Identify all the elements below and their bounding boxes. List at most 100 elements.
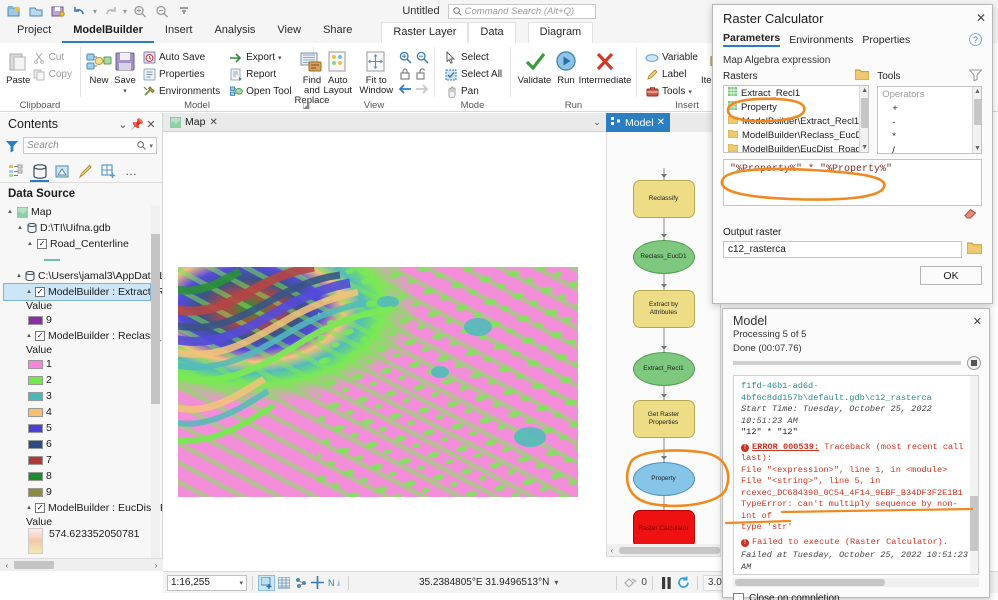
redo-dropdown-icon[interactable]: ▾ (122, 7, 128, 16)
copy-button[interactable]: Copy (32, 67, 75, 82)
tab-parameters[interactable]: Parameters (723, 32, 780, 47)
list-by-drawing-order-icon[interactable] (7, 161, 26, 181)
scroll-down-icon[interactable]: ▼ (973, 144, 982, 153)
coordinates-dropdown-icon[interactable]: ▾ (554, 578, 558, 587)
table-icon[interactable] (275, 575, 292, 591)
ok-button[interactable]: OK (920, 266, 982, 285)
expand-triangle-icon[interactable]: ▲ (6, 209, 14, 215)
pan-button[interactable]: Pan (444, 84, 505, 99)
help-icon[interactable]: ? (969, 33, 982, 46)
tab-modelbuilder[interactable]: ModelBuilder (62, 21, 154, 43)
tab-data[interactable]: Data (468, 22, 515, 43)
tools-button[interactable]: Tools ▾ (645, 84, 701, 99)
north-icon[interactable]: N (326, 575, 343, 591)
model-group-dialog-launcher[interactable]: ◪ (302, 101, 310, 110)
chevron-down-icon[interactable]: ⌄ (588, 113, 606, 131)
environments-button[interactable]: Environments (142, 84, 223, 99)
map-canvas[interactable] (163, 132, 606, 571)
filter-icon[interactable] (969, 69, 982, 84)
tab-raster-layer[interactable]: Raster Layer (381, 22, 468, 43)
expand-triangle-icon[interactable]: ▲ (16, 273, 22, 279)
refresh-icon[interactable] (675, 575, 692, 591)
scrollbar-thumb[interactable] (151, 234, 160, 404)
operator-item[interactable]: + (878, 101, 981, 115)
model-node-get-raster-properties[interactable]: Get Raster Properties (633, 400, 695, 438)
layer-checkbox[interactable]: ✓ (35, 503, 45, 513)
close-on-completion-checkbox[interactable] (733, 593, 744, 600)
tools-dropdown-icon[interactable]: ▾ (688, 88, 692, 96)
operator-item[interactable]: * (878, 129, 981, 143)
map-scale-selector[interactable]: 1:16,255 ▾ (167, 575, 247, 591)
close-icon[interactable]: ✕ (976, 11, 986, 25)
expand-triangle-icon[interactable]: ▲ (26, 505, 32, 511)
pause-icon[interactable] (658, 575, 675, 591)
scroll-up-icon[interactable]: ▲ (860, 86, 869, 95)
search-input[interactable]: Search ▾ (23, 137, 157, 154)
close-icon[interactable]: ✕ (973, 315, 982, 328)
log-error-code[interactable]: ERROR 000539: (752, 442, 819, 452)
model-node-extract-by-attributes[interactable]: Extract by Attributes (633, 290, 695, 328)
close-icon[interactable]: ✕ (144, 118, 158, 131)
folder-icon[interactable] (967, 242, 982, 257)
unlock-icon[interactable] (415, 66, 429, 80)
scroll-left-icon[interactable]: ‹ (607, 546, 617, 555)
expand-triangle-icon[interactable]: ▲ (16, 225, 24, 231)
stop-icon[interactable] (967, 356, 981, 370)
properties-button[interactable]: Properties (142, 67, 223, 82)
tree-item-layer-eucdist-road[interactable]: ▲ ✓ ModelBuilder : EucDist_Roa (4, 500, 162, 516)
contents-vertical-scrollbar[interactable] (151, 206, 160, 569)
output-raster-input[interactable]: c12_rasterca (723, 241, 962, 258)
variable-button[interactable]: Variable (645, 50, 701, 65)
scrollbar-thumb[interactable] (619, 547, 720, 554)
selection-icon[interactable] (292, 575, 309, 591)
zoom-in-icon[interactable] (398, 50, 412, 64)
export-dropdown-icon[interactable]: ▾ (278, 54, 282, 62)
close-on-completion-row[interactable]: Close on completion (723, 587, 989, 600)
arrow-left-icon[interactable] (398, 82, 412, 96)
tab-insert[interactable]: Insert (154, 21, 204, 43)
contents-horizontal-scrollbar[interactable]: ‹ › (0, 558, 163, 571)
list-by-snapping-icon[interactable] (99, 161, 118, 181)
rasters-scrollbar[interactable]: ▲ ▼ (859, 86, 868, 152)
pin-icon[interactable]: 📌 (130, 118, 144, 131)
command-search-input[interactable]: Command Search (Alt+Q) (448, 4, 596, 19)
model-node-extract-recl1[interactable]: Extract_Recl1 (633, 352, 695, 386)
arrow-right-icon[interactable] (415, 82, 429, 96)
model-horizontal-scrollbar[interactable]: ‹ (607, 544, 721, 556)
scrollbar-thumb[interactable] (861, 98, 868, 128)
zoom-out-icon[interactable] (152, 2, 172, 20)
raster-item[interactable]: ModelBuilder\Reclass_EucD1 (724, 128, 868, 142)
operators-list[interactable]: Operators + - * / ▲ ▼ (877, 86, 982, 154)
tree-item-map[interactable]: ▲ Map (4, 204, 162, 220)
log-horizontal-scrollbar[interactable] (733, 578, 979, 587)
more-icon[interactable]: … (122, 161, 141, 181)
tab-project[interactable]: Project (6, 21, 62, 43)
open-project-icon[interactable] (26, 2, 46, 20)
label-button[interactable]: Label (645, 67, 701, 82)
tab-properties[interactable]: Properties (862, 34, 910, 46)
layer-checkbox[interactable]: ✓ (37, 239, 47, 249)
list-by-selection-icon[interactable] (53, 161, 72, 181)
save-project-icon[interactable] (48, 2, 68, 20)
undo-dropdown-icon[interactable]: ▾ (92, 7, 98, 16)
chevron-down-icon[interactable]: ⌄ (116, 118, 130, 131)
list-by-data-source-icon[interactable] (30, 161, 49, 181)
open-tool-button[interactable]: Open Tool (229, 84, 294, 99)
raster-item-property[interactable]: Property (724, 100, 868, 114)
tree-item-gdb-1[interactable]: ▲ D:\TI\Uifna.gdb (4, 220, 162, 236)
tab-environments[interactable]: Environments (789, 34, 853, 46)
tab-model[interactable]: Model ✕ (606, 113, 670, 132)
log-vertical-scrollbar[interactable] (970, 376, 978, 574)
report-button[interactable]: Report (229, 67, 294, 82)
operators-scrollbar[interactable]: ▲ ▼ (972, 87, 981, 153)
scrollbar-thumb[interactable] (14, 561, 54, 569)
scroll-right-icon[interactable]: › (151, 561, 161, 570)
chevron-down-icon[interactable]: ▾ (239, 579, 243, 587)
search-dropdown-icon[interactable]: ▾ (149, 142, 153, 150)
lock-icon[interactable] (398, 66, 412, 80)
model-node-raster-calculator[interactable]: Raster Calculator (633, 510, 695, 548)
redo-icon[interactable] (100, 2, 120, 20)
scrollbar-thumb[interactable] (735, 579, 885, 586)
folder-icon[interactable] (855, 69, 869, 83)
raster-item[interactable]: ModelBuilder\Extract_Recl1:E (724, 114, 868, 128)
